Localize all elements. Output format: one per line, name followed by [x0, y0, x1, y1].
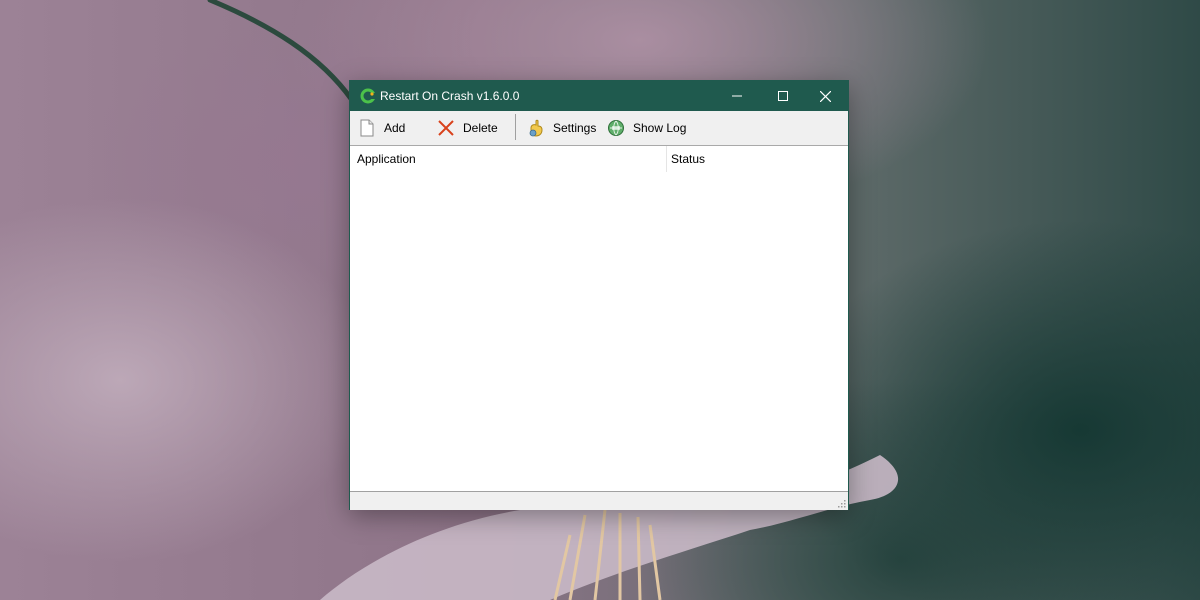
show-log-button[interactable]: Show Log [607, 117, 686, 139]
delete-button[interactable]: Delete [437, 117, 498, 139]
maximize-button[interactable] [760, 81, 806, 111]
settings-hand-icon [529, 119, 543, 137]
resize-grip-icon[interactable] [836, 498, 846, 508]
settings-button[interactable]: Settings [527, 117, 596, 139]
minimize-button[interactable] [714, 81, 760, 111]
new-file-icon [360, 119, 374, 137]
add-button[interactable]: Add [358, 117, 405, 139]
delete-label: Delete [463, 121, 498, 135]
window-title: Restart On Crash v1.6.0.0 [380, 89, 520, 103]
app-icon [360, 88, 376, 104]
minimize-icon [732, 95, 742, 97]
column-header-status[interactable]: Status [666, 146, 846, 172]
show-log-label: Show Log [633, 121, 687, 135]
add-label: Add [384, 121, 406, 135]
status-bar [350, 491, 848, 510]
red-x-icon [438, 120, 454, 136]
maximize-icon [778, 91, 788, 101]
app-window: Restart On Crash v1.6.0.0 Add Delete Set… [349, 80, 849, 510]
application-list[interactable]: Application Status [350, 145, 848, 492]
toolbar-separator [515, 114, 516, 140]
settings-label: Settings [553, 121, 597, 135]
close-button[interactable] [802, 81, 848, 111]
column-header-application[interactable]: Application [350, 146, 666, 172]
log-globe-icon [608, 120, 624, 136]
title-bar[interactable]: Restart On Crash v1.6.0.0 [350, 81, 848, 111]
toolbar: Add Delete Settings Show Log [350, 111, 848, 144]
close-icon [819, 90, 831, 102]
